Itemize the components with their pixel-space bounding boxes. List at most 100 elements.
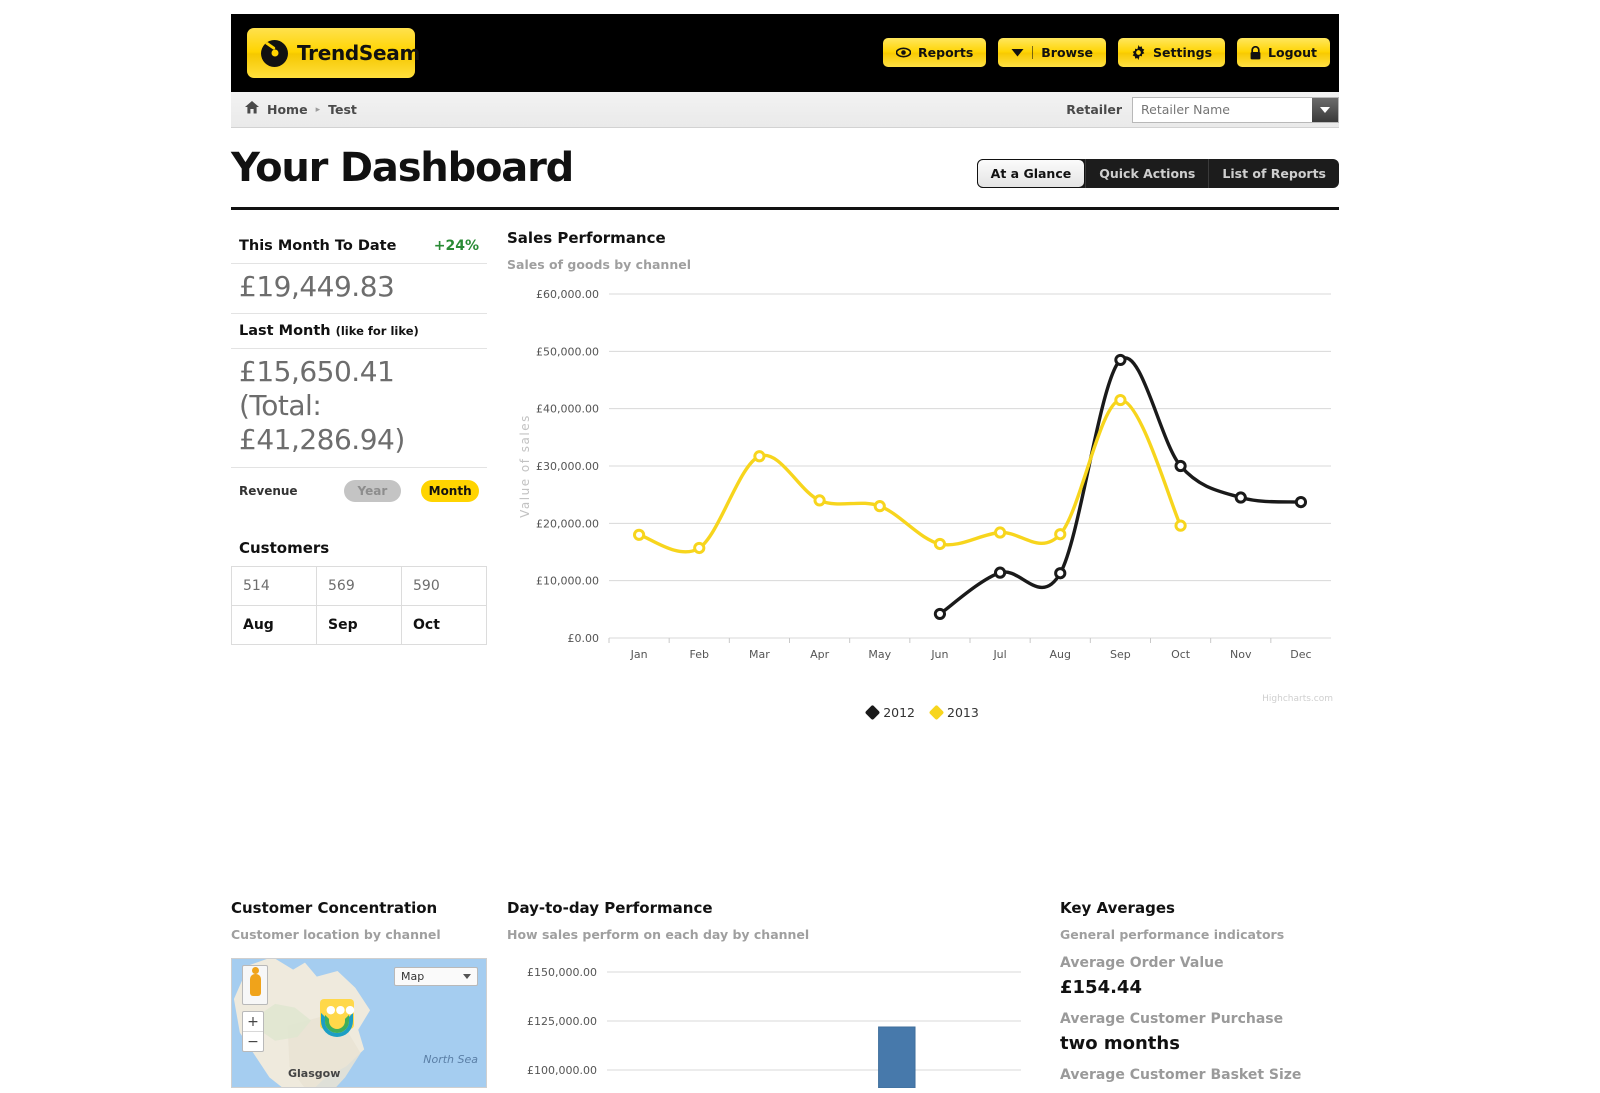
customer-concentration-panel: Customer Concentration Customer location… [231, 899, 487, 1088]
browse-label: Browse [1041, 45, 1093, 60]
day-to-day-chart[interactable]: £150,000.00£125,000.00£100,000.00 [507, 958, 1027, 1088]
sales-performance-chart[interactable]: £0.00£10,000.00£20,000.00£30,000.00£40,0… [507, 286, 1339, 686]
last-month-value-block: £15,650.41 (Total: £41,286.94) [231, 349, 487, 467]
svg-text:Jul: Jul [992, 648, 1006, 661]
settings-button[interactable]: Settings [1118, 38, 1225, 67]
map-type-select[interactable]: Map [394, 967, 478, 986]
breadcrumb-bar: Home ▸ Test Retailer [231, 92, 1339, 128]
retailer-label: Retailer [1066, 102, 1122, 117]
breadcrumb-home[interactable]: Home [267, 102, 308, 117]
last-month-row: Last Month (like for like) [231, 314, 487, 349]
last-month-label: Last Month [239, 323, 331, 339]
button-divider [1032, 46, 1033, 59]
average-customer-basket-size-label: Average Customer Basket Size [1060, 1067, 1339, 1083]
caret-down-icon [1011, 48, 1024, 57]
svg-text:Sep: Sep [1110, 648, 1131, 661]
legend-swatch-2013 [929, 705, 945, 721]
map-sea-label: North Sea [423, 1053, 478, 1066]
revenue-month-toggle[interactable]: Month [421, 480, 479, 502]
svg-text:Nov: Nov [1230, 648, 1252, 661]
customers-month-2: Oct [402, 605, 487, 644]
day-to-day-subtitle: How sales perform on each day by channel [507, 927, 1027, 942]
revenue-year-toggle[interactable]: Year [344, 480, 402, 502]
top-nav-buttons: Reports Browse Set [883, 38, 1330, 67]
svg-text:Feb: Feb [690, 648, 709, 661]
browse-button[interactable]: Browse [998, 38, 1106, 67]
svg-text:£60,000.00: £60,000.00 [536, 288, 599, 301]
sales-performance-title: Sales Performance [507, 229, 1339, 247]
line-chart-svg: £0.00£10,000.00£20,000.00£30,000.00£40,0… [507, 286, 1339, 686]
customers-count-1: 569 [317, 566, 402, 605]
customer-concentration-subtitle: Customer location by channel [231, 927, 487, 942]
customer-concentration-title: Customer Concentration [231, 899, 487, 917]
eye-icon [896, 47, 911, 58]
sales-performance-panel: Sales Performance Sales of goods by chan… [507, 229, 1339, 686]
this-month-label: This Month To Date [239, 238, 396, 254]
customers-table: 514 569 590 Aug Sep Oct [231, 566, 487, 645]
breadcrumb: Home ▸ Test [231, 101, 357, 119]
marker-people-icon: ●●● [326, 1004, 348, 1016]
logout-button[interactable]: Logout [1237, 38, 1330, 67]
svg-text:Jun: Jun [930, 648, 948, 661]
customer-map[interactable]: + − Map ●●● Glasgow [231, 958, 487, 1088]
svg-text:Value of sales: Value of sales [518, 414, 532, 518]
dashboard-header: Your Dashboard At a Glance Quick Actions… [231, 128, 1339, 203]
street-view-pegman-icon[interactable] [242, 965, 268, 1005]
retailer-selector: Retailer [1066, 92, 1339, 127]
lock-icon [1250, 46, 1261, 60]
highcharts-credit[interactable]: Highcharts.com [1262, 694, 1333, 704]
svg-text:May: May [868, 648, 891, 661]
svg-text:Apr: Apr [810, 648, 830, 661]
svg-text:£20,000.00: £20,000.00 [536, 517, 599, 530]
application-window: TrendSeam Reports Browse [231, 14, 1339, 900]
svg-text:Aug: Aug [1050, 648, 1071, 661]
tab-at-a-glance[interactable]: At a Glance [977, 159, 1086, 188]
breadcrumb-current[interactable]: Test [328, 102, 357, 117]
view-tabs: At a Glance Quick Actions List of Report… [977, 159, 1339, 188]
map-zoom-in-button[interactable]: + [243, 1012, 263, 1032]
chevron-down-icon [463, 974, 471, 979]
chart-legend: 2012 2013 [507, 705, 1339, 720]
customers-month-0: Aug [232, 605, 317, 644]
tab-quick-actions[interactable]: Quick Actions [1085, 159, 1208, 188]
svg-text:Dec: Dec [1290, 648, 1311, 661]
table-row: 514 569 590 [232, 566, 487, 605]
home-icon[interactable] [245, 101, 259, 119]
reports-label: Reports [918, 45, 973, 60]
average-order-value: £154.44 [1060, 977, 1339, 998]
screenshot-root: TrendSeam Reports Browse [0, 0, 1600, 900]
legend-item-2013[interactable]: 2013 [931, 705, 979, 720]
reports-button[interactable]: Reports [883, 38, 986, 67]
legend-swatch-2012 [865, 705, 881, 721]
map-zoom-out-button[interactable]: − [243, 1032, 263, 1051]
retailer-dropdown-button[interactable] [1312, 98, 1338, 122]
average-order-value-label: Average Order Value [1060, 955, 1339, 971]
customers-title: Customers [231, 539, 487, 566]
metrics-column: This Month To Date +24% £19,449.83 Last … [231, 229, 487, 645]
svg-text:£100,000.00: £100,000.00 [527, 1064, 597, 1077]
last-month-value: £15,650.41 [239, 355, 394, 388]
legend-item-2012[interactable]: 2012 [867, 705, 915, 720]
day-to-day-title: Day-to-day Performance [507, 899, 1027, 917]
logout-label: Logout [1268, 45, 1317, 60]
tab-list-of-reports[interactable]: List of Reports [1208, 159, 1339, 188]
retailer-input[interactable] [1133, 98, 1312, 122]
svg-text:£0.00: £0.00 [568, 632, 600, 645]
legend-label-2013: 2013 [947, 705, 979, 720]
page-title: Your Dashboard [231, 145, 573, 191]
customer-cluster-marker-icon[interactable]: ●●● [320, 999, 354, 1039]
main-content: This Month To Date +24% £19,449.83 Last … [231, 210, 1339, 229]
svg-text:£50,000.00: £50,000.00 [536, 345, 599, 358]
last-month-total: (Total: £41,286.94) [239, 389, 479, 457]
brand-logo[interactable]: TrendSeam [247, 28, 415, 78]
map-type-label: Map [401, 970, 424, 983]
bar-chart-svg: £150,000.00£125,000.00£100,000.00 [507, 958, 1027, 1088]
gear-icon [1131, 45, 1146, 60]
svg-text:Oct: Oct [1171, 648, 1191, 661]
day-to-day-panel: Day-to-day Performance How sales perform… [507, 899, 1027, 1088]
last-month-note: (like for like) [336, 324, 419, 338]
retailer-combobox[interactable] [1132, 97, 1339, 123]
breadcrumb-separator-icon: ▸ [316, 104, 321, 115]
svg-text:£10,000.00: £10,000.00 [536, 575, 599, 588]
revenue-toggle-row: Revenue Year Month [231, 468, 487, 502]
